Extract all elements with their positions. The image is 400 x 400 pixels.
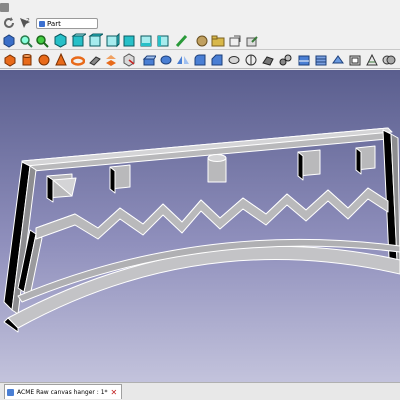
cube-icon[interactable]	[2, 33, 16, 48]
group-icon[interactable]	[211, 33, 225, 48]
part-workbench-icon	[39, 20, 45, 27]
torus-icon[interactable]	[71, 52, 85, 67]
gear-icon[interactable]	[0, 1, 12, 14]
center-peg[interactable]	[207, 154, 227, 183]
workbench-selector[interactable]: Part	[36, 18, 98, 29]
zoom-box-icon[interactable]	[35, 33, 49, 48]
close-icon[interactable]: ✕	[111, 388, 118, 397]
view-rear-icon[interactable]	[122, 33, 137, 48]
tube-icon[interactable]	[88, 52, 102, 67]
cross-sections-icon[interactable]	[314, 52, 328, 67]
view-isometric-icon[interactable]	[53, 33, 68, 48]
document-tab-label: ACME Raw canvas hanger : 1*	[17, 388, 108, 396]
top-strip	[0, 0, 400, 15]
refresh-icon[interactable]	[2, 15, 16, 31]
sweep-icon[interactable]	[278, 52, 292, 67]
thickness-icon[interactable]	[348, 52, 362, 67]
link-sub-icon[interactable]	[245, 33, 259, 48]
view-left-icon[interactable]	[156, 33, 171, 48]
shape-builder-icon[interactable]	[122, 52, 136, 67]
top-rail[interactable]	[21, 127, 393, 173]
view-front-icon[interactable]	[71, 33, 86, 48]
section-icon[interactable]	[297, 52, 311, 67]
mirror-icon[interactable]	[176, 52, 190, 67]
view-top-icon[interactable]	[88, 33, 103, 48]
hook-left-2[interactable]	[109, 164, 131, 194]
zigzag-strip[interactable]	[35, 187, 389, 240]
toolbar-row-3	[0, 50, 400, 69]
projection-icon[interactable]	[365, 52, 379, 67]
what-is-this-icon[interactable]: ?	[18, 15, 32, 31]
make-face-icon[interactable]	[227, 52, 241, 67]
boolean-icon[interactable]	[382, 52, 396, 67]
status-bar: ACME Raw canvas hanger : 1* ✕	[0, 382, 400, 400]
workbench-label: Part	[47, 19, 61, 28]
toolbar-row-2	[0, 31, 400, 50]
hook-right-1[interactable]	[297, 149, 321, 181]
box-icon[interactable]	[3, 52, 17, 67]
3d-viewport[interactable]	[0, 70, 400, 382]
document-icon	[7, 388, 14, 396]
offset-icon[interactable]	[331, 52, 345, 67]
ruled-surface-icon[interactable]	[244, 52, 258, 67]
revolve-icon[interactable]	[159, 52, 173, 67]
toolbar-row-1: ? Part	[0, 15, 400, 31]
chamfer-icon[interactable]	[210, 52, 224, 67]
hook-left-1[interactable]	[46, 173, 77, 203]
extrude-icon[interactable]	[142, 52, 156, 67]
measure-icon[interactable]	[174, 33, 188, 48]
sphere-icon[interactable]	[37, 52, 51, 67]
hook-right-2[interactable]	[355, 145, 376, 175]
view-right-icon[interactable]	[105, 33, 120, 48]
document-tab[interactable]: ACME Raw canvas hanger : 1* ✕	[4, 384, 123, 399]
cone-icon[interactable]	[54, 52, 68, 67]
primitives-icon[interactable]	[105, 52, 119, 67]
curved-rail[interactable]	[3, 245, 400, 333]
zoom-icon[interactable]	[19, 33, 33, 48]
fillet-icon[interactable]	[193, 52, 207, 67]
view-bottom-icon[interactable]	[139, 33, 154, 48]
link-icon[interactable]	[228, 33, 242, 48]
loft-icon[interactable]	[261, 52, 275, 67]
part-icon[interactable]	[195, 33, 209, 48]
model-canvas	[3, 127, 400, 333]
cylinder-icon[interactable]	[20, 52, 34, 67]
svg-text:?: ?	[26, 17, 30, 25]
